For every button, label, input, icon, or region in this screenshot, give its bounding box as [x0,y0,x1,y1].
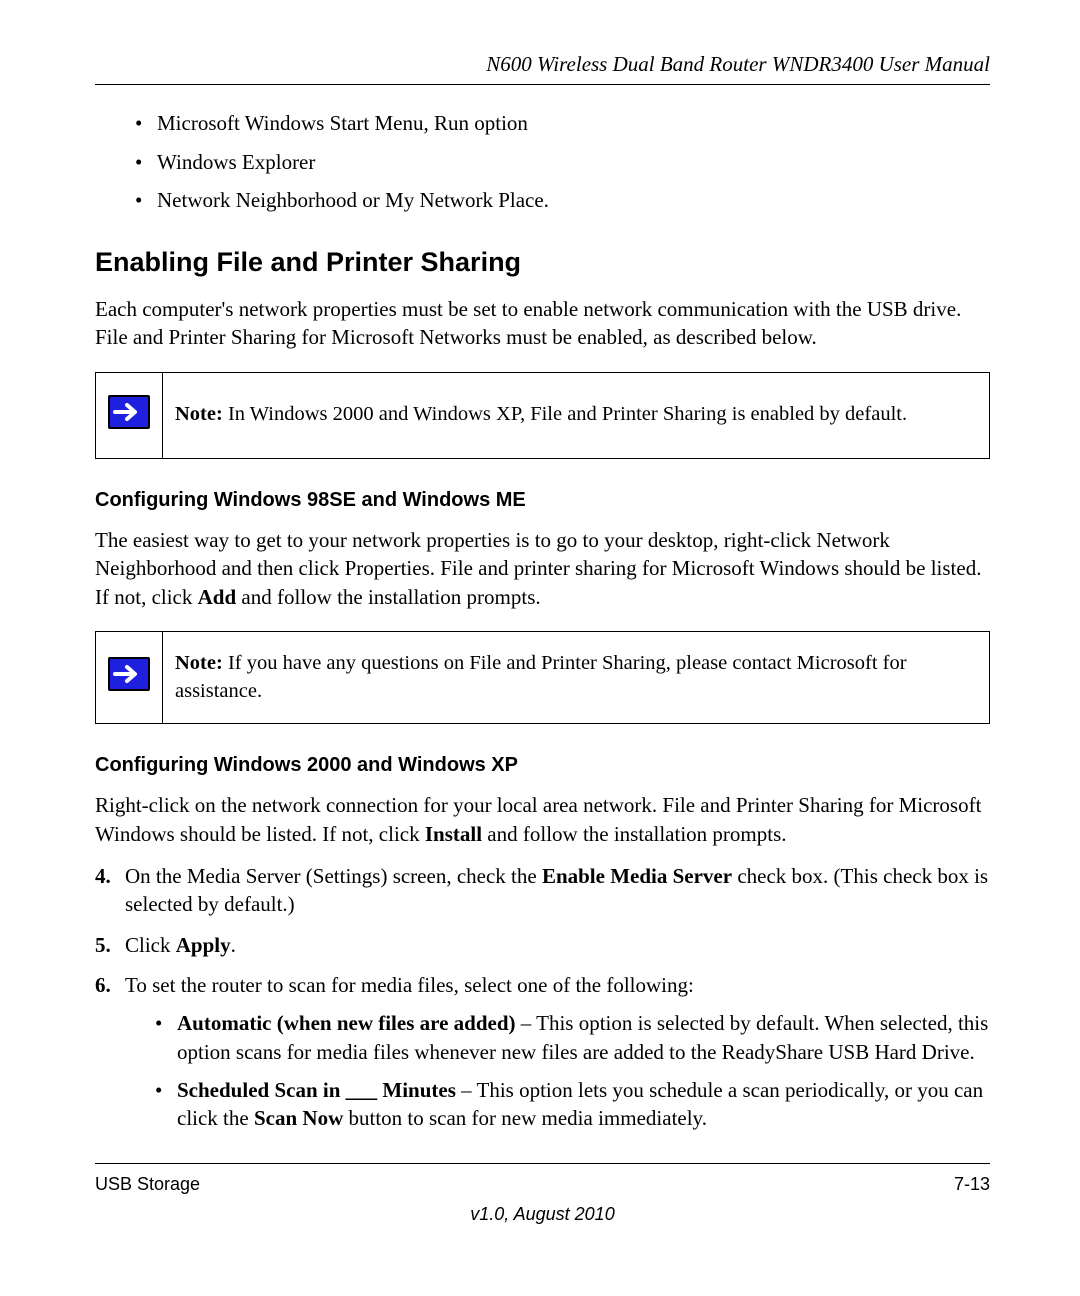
text: and follow the installation prompts. [236,585,540,609]
text-bold: Scan Now [254,1106,343,1130]
note-body: In Windows 2000 and Windows XP, File and… [228,403,907,425]
note-box: Note: If you have any questions on File … [95,631,990,724]
subsection-heading: Configuring Windows 98SE and Windows ME [95,487,990,514]
text-bold: Enable Media Server [542,864,732,888]
subsection-body: The easiest way to get to your network p… [95,526,990,611]
text-bold: Automatic (when new files are added) [177,1011,516,1035]
text: On the Media Server (Settings) screen, c… [125,864,542,888]
numbered-list: 4. On the Media Server (Settings) screen… [95,862,990,1133]
note-label: Note: [175,652,223,674]
footer-row: USB Storage 7-13 [95,1172,990,1196]
list-item: 6. To set the router to scan for media f… [95,971,990,1133]
text: button to scan for new media immediately… [343,1106,707,1130]
arrow-right-icon [108,395,150,429]
note-label: Note: [175,403,223,425]
text: and follow the installation prompts. [482,822,786,846]
list-item: Scheduled Scan in ___ Minutes – This opt… [155,1076,990,1133]
subsection-body: Right-click on the network connection fo… [95,791,990,848]
arrow-right-icon [108,657,150,691]
note-body: If you have any questions on File and Pr… [175,652,907,702]
list-item: Network Neighborhood or My Network Place… [135,186,990,214]
footer-page-number: 7-13 [954,1172,990,1196]
subsection-heading: Configuring Windows 2000 and Windows XP [95,752,990,779]
note-text: Note: In Windows 2000 and Windows XP, Fi… [163,372,990,458]
list-item: 5. Click Apply. [95,931,990,959]
footer-version: v1.0, August 2010 [95,1202,990,1226]
section-heading: Enabling File and Printer Sharing [95,244,990,280]
list-item: Microsoft Windows Start Menu, Run option [135,109,990,137]
top-bullet-list: Microsoft Windows Start Menu, Run option… [95,109,990,214]
note-icon-cell [96,372,163,458]
list-item: 4. On the Media Server (Settings) screen… [95,862,990,919]
text: To set the router to scan for media file… [125,973,694,997]
list-number: 5. [95,931,111,959]
text: Click [125,933,176,957]
text-bold: Scheduled Scan in ___ Minutes [177,1078,456,1102]
note-box: Note: In Windows 2000 and Windows XP, Fi… [95,372,990,459]
text: . [231,933,236,957]
footer-left: USB Storage [95,1172,200,1196]
sub-bullet-list: Automatic (when new files are added) – T… [125,1009,990,1132]
text-bold: Apply [176,933,231,957]
note-text: Note: If you have any questions on File … [163,631,990,723]
text-bold: Install [425,822,482,846]
text-bold: Add [198,585,237,609]
list-number: 4. [95,862,111,890]
section-intro: Each computer's network properties must … [95,295,990,352]
note-icon-cell [96,631,163,723]
header-rule [95,84,990,85]
document-page: N600 Wireless Dual Band Router WNDR3400 … [0,0,1080,1266]
list-number: 6. [95,971,111,999]
document-title: N600 Wireless Dual Band Router WNDR3400 … [95,50,990,78]
list-item: Automatic (when new files are added) – T… [155,1009,990,1066]
footer-rule [95,1163,990,1164]
list-item: Windows Explorer [135,148,990,176]
